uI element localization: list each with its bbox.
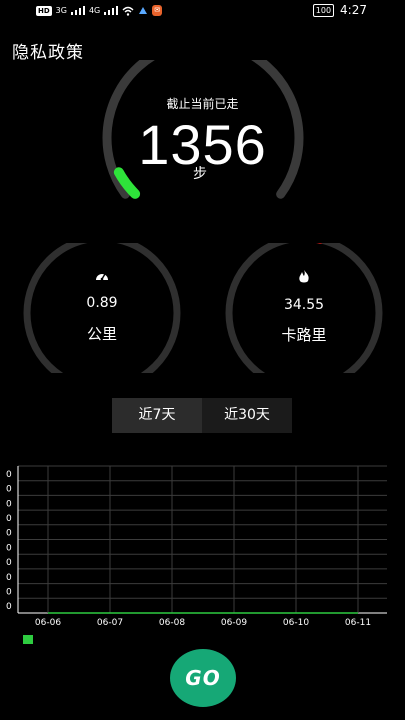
app-notification-icon: ✉ xyxy=(152,5,163,16)
bird-icon xyxy=(139,6,148,14)
y-tick-label: 0 xyxy=(6,485,12,495)
hd-badge: HD xyxy=(36,5,52,16)
status-left: HD 3G 4G ✉ xyxy=(36,5,163,16)
y-tick-label: 0 xyxy=(6,587,12,597)
go-button[interactable]: GO xyxy=(170,649,236,707)
x-tick-label: 06-07 xyxy=(97,618,123,628)
wifi-icon xyxy=(122,6,134,16)
network-3g-indicator: 3G xyxy=(55,6,67,15)
battery-indicator: 100 xyxy=(312,3,335,17)
x-tick-label: 06-10 xyxy=(283,618,309,628)
steps-unit: 步 xyxy=(193,166,207,182)
privacy-policy-title[interactable]: 隐私政策 xyxy=(12,38,84,63)
x-tick-label: 06-06 xyxy=(35,618,61,628)
speedometer-icon xyxy=(92,270,112,285)
calories-value: 34.55 xyxy=(283,297,325,313)
y-tick-label: 0 xyxy=(6,470,12,480)
range-tabs: 近7天 近30天 xyxy=(112,398,292,433)
calories-label: 卡路里 xyxy=(281,326,327,344)
y-tick-label: 0 xyxy=(6,602,12,612)
tab-7-days[interactable]: 近7天 xyxy=(112,398,202,433)
y-tick-label: 0 xyxy=(6,529,12,539)
x-tick-label: 06-09 xyxy=(221,618,247,628)
x-tick-label: 06-11 xyxy=(345,618,371,628)
y-tick-label: 0 xyxy=(6,514,12,524)
status-right: 100 4:27 xyxy=(312,3,367,17)
distance-value: 0.89 xyxy=(86,295,118,311)
status-bar: HD 3G 4G ✉ 100 4:27 xyxy=(0,0,405,24)
network-4g-indicator: 4G xyxy=(88,6,101,15)
y-tick-label: 0 xyxy=(6,573,12,583)
signal-icon-2 xyxy=(104,6,119,15)
tab-30-days[interactable]: 近30天 xyxy=(202,398,292,433)
steps-caption: 截止当前已走 xyxy=(166,97,239,111)
x-tick-label: 06-08 xyxy=(159,618,185,628)
y-tick-label: 0 xyxy=(6,558,12,568)
y-tick-label: 0 xyxy=(6,499,12,509)
clock: 4:27 xyxy=(340,3,367,17)
steps-line-chart: 0 0 0 0 0 0 0 0 0 0 06-06 06-07 06-08 06-09 06-10 06-11 xyxy=(6,465,387,628)
legend-swatch xyxy=(23,635,33,644)
distance-label: 公里 xyxy=(86,325,117,343)
signal-icon xyxy=(70,6,85,15)
flame-icon xyxy=(294,270,314,287)
y-tick-label: 0 xyxy=(6,543,12,553)
